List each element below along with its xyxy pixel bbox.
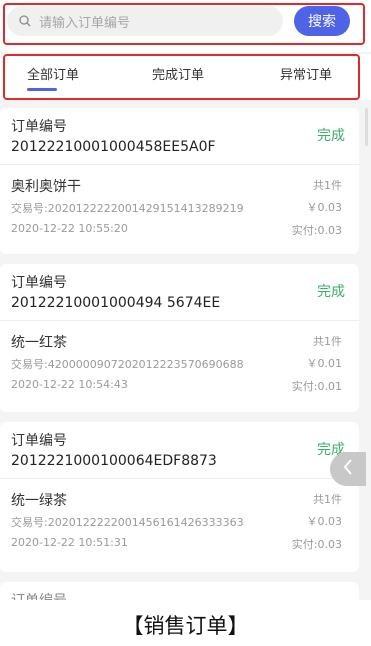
scrollbar[interactable] xyxy=(365,108,368,146)
product-name: 奥利奥饼干 xyxy=(11,179,81,195)
transaction-number: 交易号:2020122222001456161426333363 xyxy=(11,516,244,529)
search-bar: 请输入订单编号 搜索 xyxy=(0,0,371,52)
item-count: 共1件 xyxy=(313,179,342,192)
order-number: 2012221000100064EDF8873 xyxy=(11,453,217,469)
amount-paid: 实付:0.03 xyxy=(291,224,342,237)
item-count: 共1件 xyxy=(313,335,342,348)
order-number-label: 订单编号 xyxy=(11,590,67,600)
product-name: 统一绿茶 xyxy=(11,493,67,509)
transaction-number: 交易号:4200000907202012223570690688 xyxy=(11,358,244,371)
order-time: 2020-12-22 10:55:20 xyxy=(11,222,128,235)
order-number-label: 订单编号 xyxy=(11,119,67,135)
order-status: 完成 xyxy=(317,284,345,300)
active-tab-indicator xyxy=(27,88,57,91)
order-time: 2020-12-22 10:51:31 xyxy=(11,536,128,549)
item-price: ￥0.03 xyxy=(306,201,343,214)
order-number: 20122210001000458EE5A0F xyxy=(11,139,216,155)
order-header: 订单编号 20122210001000458EE5A0F 完成 xyxy=(0,108,359,165)
order-time: 2020-12-22 10:54:43 xyxy=(11,378,128,391)
search-button[interactable]: 搜索 xyxy=(294,6,350,36)
order-card[interactable]: 订单编号 2012221000100064EDF8873 完成 统一绿茶 交易号… xyxy=(0,422,359,572)
order-card[interactable]: 订单编号 20122210001000494 5674EE 完成 统一红茶 交易… xyxy=(0,264,359,412)
order-card[interactable]: 订单编号 20122210001000458EE5A0F 完成 奥利奥饼干 交易… xyxy=(0,108,359,254)
amount-paid: 实付:0.01 xyxy=(291,380,342,393)
figure-caption: 【销售订单】 xyxy=(122,614,249,638)
transaction-number: 交易号:2020122222001429151413289219 xyxy=(11,202,244,215)
item-price: ￥0.03 xyxy=(306,515,343,528)
order-number: 20122210001000494 5674EE xyxy=(11,295,221,311)
search-input[interactable]: 请输入订单编号 xyxy=(7,6,283,36)
amount-paid: 实付:0.03 xyxy=(291,538,342,551)
search-icon xyxy=(19,15,31,27)
tab-all-orders[interactable]: 全部订单 xyxy=(27,64,79,83)
order-list-screen: 请输入订单编号 搜索 全部订单 完成订单 异常订单 订单编号 201222100… xyxy=(0,0,371,600)
item-count: 共1件 xyxy=(313,493,342,506)
tab-completed-orders[interactable]: 完成订单 xyxy=(152,64,204,83)
product-name: 统一红茶 xyxy=(11,335,67,351)
order-header: 订单编号 20122210001000494 5674EE 完成 xyxy=(0,264,359,321)
tab-abnormal-orders[interactable]: 异常订单 xyxy=(280,64,332,83)
search-placeholder: 请输入订单编号 xyxy=(39,15,131,31)
back-tab-button[interactable] xyxy=(330,452,366,486)
chevron-left-icon xyxy=(342,458,354,480)
order-number-label: 订单编号 xyxy=(11,275,67,291)
order-status: 完成 xyxy=(317,128,345,144)
item-price: ￥0.01 xyxy=(306,357,343,370)
order-header: 订单编号 2012221000100064EDF8873 完成 xyxy=(0,422,359,479)
order-number-label: 订单编号 xyxy=(11,433,67,449)
tab-bar: 全部订单 完成订单 异常订单 xyxy=(0,54,371,100)
